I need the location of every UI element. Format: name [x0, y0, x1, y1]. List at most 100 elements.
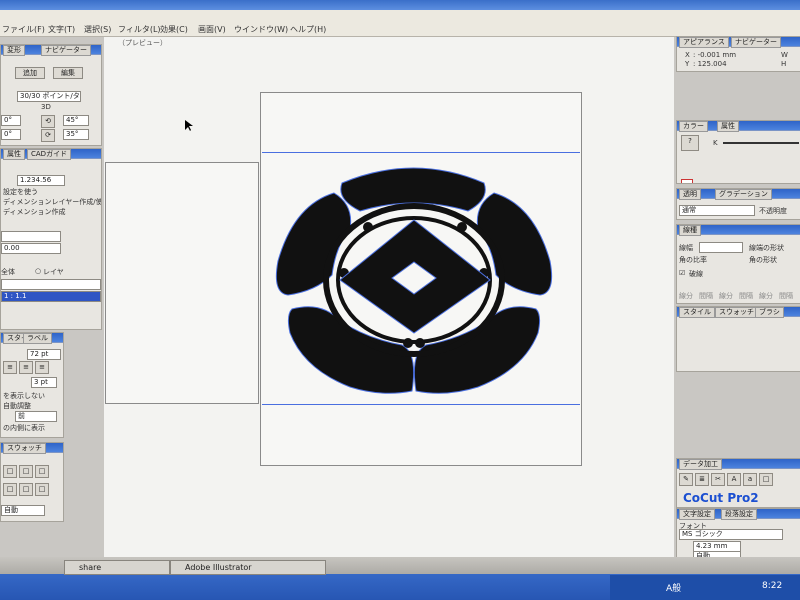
data-tool-font-icon[interactable]: a	[743, 473, 757, 486]
crest-artwork[interactable]	[272, 165, 556, 397]
ime-indicator[interactable]: A般	[666, 581, 681, 594]
stroke-width-field[interactable]	[699, 242, 743, 253]
menu-window[interactable]: ウインドウ(W)	[234, 24, 288, 35]
cad-value-field[interactable]: 1.234.56	[17, 175, 65, 186]
field-b[interactable]: 0°	[1, 129, 21, 140]
h-label: H	[781, 60, 787, 68]
label-3d: 3D	[41, 103, 51, 111]
dash-cell-5[interactable]: 線分	[759, 291, 773, 301]
cad-value2-field[interactable]: 0.00	[1, 243, 61, 254]
swatch-tool-5-icon[interactable]: □	[19, 483, 33, 496]
tab-styles[interactable]: スタイル	[679, 307, 715, 318]
fill-stroke-icon[interactable]: ?	[681, 135, 699, 151]
tab-swatches[interactable]: スウォッチ	[715, 307, 758, 318]
radio-layer[interactable]: レイヤ	[43, 267, 64, 277]
swatch-mode-select[interactable]: 自動	[1, 505, 45, 516]
panel-transparency: 透明 グラデーション 通常 不透明度	[676, 188, 800, 220]
data-tool-pen-icon[interactable]: ✎	[679, 473, 693, 486]
panel-cad-guide: 属性 CADガイド 1.234.56 設定を使う ディメンションレイヤー作成/使…	[0, 148, 102, 330]
menu-view[interactable]: 画面(V)	[198, 24, 226, 35]
data-tool-cut-icon[interactable]: ✂	[711, 473, 725, 486]
opt-use-settings[interactable]: 設定を使う	[3, 187, 38, 197]
opacity-label: 不透明度	[759, 207, 787, 215]
none-swatch-icon[interactable]	[681, 179, 693, 183]
swatch-tool-3-icon[interactable]: □	[35, 465, 49, 478]
opt-auto-adjust[interactable]: 自動調整	[3, 401, 31, 411]
tab-color-attributes[interactable]: 属性	[717, 121, 739, 132]
tab-cad-guide[interactable]: CADガイド	[27, 149, 72, 160]
artboard-left[interactable]	[105, 162, 259, 404]
dash-cell-6[interactable]: 間隔	[779, 291, 793, 301]
tab-transparency[interactable]: 透明	[679, 189, 701, 200]
menu-help[interactable]: ヘルプ(H)	[290, 24, 326, 35]
scale-highlight-row[interactable]: 1 : 1.1	[1, 291, 101, 302]
panel-swatches-left: スウォッチ □ □ □ □ □ □ 自動	[0, 442, 64, 522]
tab-char-settings[interactable]: 文字設定	[679, 509, 715, 520]
menu-effect[interactable]: 効果(C)	[160, 24, 188, 35]
panel-info: アピアランス ナビゲーター X : -0.001 mm Y : 125.004 …	[676, 36, 800, 72]
tab-navigator[interactable]: ナビゲーター	[41, 45, 91, 56]
menu-type[interactable]: 文字(T)	[48, 24, 75, 35]
tab-label[interactable]: ラベル	[23, 333, 52, 344]
angle-1-field[interactable]: 45°	[63, 115, 89, 126]
swatch-tool-2-icon[interactable]: □	[19, 465, 33, 478]
tab-stroke[interactable]: 線種	[679, 225, 701, 236]
tab-para-settings[interactable]: 段落設定	[721, 509, 757, 520]
preset-select[interactable]: 30/30 ポイント/ター	[17, 91, 81, 102]
opt-no-show[interactable]: を表示しない	[3, 391, 45, 401]
task-illustrator[interactable]: Adobe Illustrator	[170, 560, 326, 575]
tab-attributes[interactable]: 属性	[3, 149, 25, 160]
dashed-label: 破線	[689, 270, 703, 278]
y-label: Y	[685, 60, 690, 68]
tab-navigator-right[interactable]: ナビゲーター	[731, 37, 781, 48]
tilt-axis-icon[interactable]: ⟳	[41, 129, 55, 142]
align-select[interactable]: 前	[15, 411, 57, 422]
align-right-icon[interactable]: ≡	[35, 361, 49, 374]
field-a[interactable]: 0°	[1, 115, 21, 126]
radio-all[interactable]: 全体	[1, 267, 15, 277]
opt-dimension-layer[interactable]: ディメンションレイヤー作成/使用	[3, 197, 101, 207]
rotate-axis-icon[interactable]: ⟲	[41, 115, 55, 128]
dash-cell-2[interactable]: 間隔	[699, 291, 713, 301]
tab-transform[interactable]: 変形	[3, 45, 25, 56]
task-share[interactable]: share	[64, 560, 170, 575]
add-button[interactable]: 追加	[15, 67, 45, 79]
edit-button[interactable]: 編集	[53, 67, 83, 79]
x-label: X	[685, 51, 690, 59]
tab-appearance[interactable]: アピアランス	[679, 37, 729, 48]
panel-data-process: データ加工 ✎ ≣ ✂ A a □ CoCut Pro2	[676, 458, 800, 508]
cad-select-2[interactable]	[1, 279, 101, 290]
align-center-icon[interactable]: ≡	[19, 361, 33, 374]
data-tool-box-icon[interactable]: □	[759, 473, 773, 486]
dash-cell-3[interactable]: 線分	[719, 291, 733, 301]
dash-cell-1[interactable]: 線分	[679, 291, 693, 301]
font-select[interactable]: MS ゴシック	[679, 529, 783, 540]
radio-layer-circle[interactable]: ○	[35, 267, 41, 275]
x-value: : -0.001 mm	[693, 51, 737, 59]
cad-select-1[interactable]	[1, 231, 61, 242]
data-tool-list-icon[interactable]: ≣	[695, 473, 709, 486]
tab-gradient[interactable]: グラデーション	[715, 189, 772, 200]
menu-filter[interactable]: フィルタ(L)	[118, 24, 161, 35]
tab-brushes[interactable]: ブラシ	[755, 307, 784, 318]
size-field[interactable]: 72 pt	[27, 349, 61, 360]
tab-swatches-left[interactable]: スウォッチ	[3, 443, 46, 454]
opt-create-dimension[interactable]: ディメンション作成	[3, 207, 66, 217]
dash-cell-4[interactable]: 間隔	[739, 291, 753, 301]
menu-select[interactable]: 選択(S)	[84, 24, 111, 35]
angle-2-field[interactable]: 35°	[63, 129, 89, 140]
blend-mode-select[interactable]: 通常	[679, 205, 755, 216]
panel-transform: 変形 ナビゲーター 追加 編集 30/30 ポイント/ター 3D 0° 0° ⟲…	[0, 44, 102, 146]
swatch-tool-6-icon[interactable]: □	[35, 483, 49, 496]
pt-field[interactable]: 3 pt	[31, 377, 57, 388]
swatch-tool-4-icon[interactable]: □	[3, 483, 17, 496]
k-slider[interactable]	[723, 142, 799, 144]
data-tool-text-icon[interactable]: A	[727, 473, 741, 486]
swatch-tool-1-icon[interactable]: □	[3, 465, 17, 478]
menu-file[interactable]: ファイル(F)	[2, 24, 45, 35]
tab-color[interactable]: カラー	[679, 121, 708, 132]
opt-inside[interactable]: の内側に表示	[3, 423, 45, 433]
align-left-icon[interactable]: ≡	[3, 361, 17, 374]
taskbar: share Adobe Illustrator A般 8:22	[0, 557, 800, 600]
dashed-checkbox[interactable]: ☑	[679, 269, 685, 277]
